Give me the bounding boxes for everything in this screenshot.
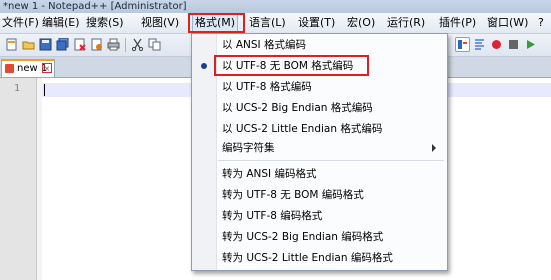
print-icon[interactable] xyxy=(106,37,121,52)
menu-edit[interactable]: 编辑(E) xyxy=(40,15,82,31)
menu-macro[interactable]: 宏(O) xyxy=(345,15,377,31)
save-icon[interactable] xyxy=(38,37,53,52)
menu-window[interactable]: 窗口(W) xyxy=(485,15,530,31)
menu-separator xyxy=(218,160,444,161)
menu-encode-utf8[interactable]: 以 UTF-8 格式编码 xyxy=(222,79,312,95)
fold-margin[interactable] xyxy=(37,78,42,280)
title-bar: *new 1 - Notepad++ [Administrator] xyxy=(0,0,551,13)
menu-encode-ucs2-big-endian[interactable]: 以 UCS-2 Big Endian 格式编码 xyxy=(222,100,373,116)
menu-settings[interactable]: 设置(T) xyxy=(296,15,337,31)
menu-plugins[interactable]: 插件(P) xyxy=(437,15,478,31)
menu-file[interactable]: 文件(F) xyxy=(0,15,41,31)
tab-close-icon[interactable]: × xyxy=(42,63,52,73)
unsaved-file-icon xyxy=(5,64,14,73)
menu-search[interactable]: 搜索(S) xyxy=(84,15,126,31)
menu-character-sets[interactable]: 编码字符集 xyxy=(222,140,275,156)
cut-icon[interactable] xyxy=(130,37,145,52)
menu-run[interactable]: 运行(R) xyxy=(385,15,427,31)
indent-guide-icon[interactable] xyxy=(472,37,487,52)
toolbar-separator xyxy=(125,38,126,52)
utf8-no-bom-highlight xyxy=(214,55,369,76)
new-file-icon[interactable] xyxy=(4,37,19,52)
format-menu-highlight xyxy=(188,13,245,33)
show-all-characters-icon[interactable] xyxy=(455,37,470,52)
line-number: 1 xyxy=(14,83,21,94)
stop-macro-icon[interactable] xyxy=(506,37,521,52)
open-file-icon[interactable] xyxy=(21,37,36,52)
copy-icon[interactable] xyxy=(147,37,162,52)
play-macro-icon[interactable] xyxy=(523,37,538,52)
menu-convert-utf8-no-bom[interactable]: 转为 UTF-8 无 BOM 编码格式 xyxy=(222,187,364,203)
save-all-icon[interactable] xyxy=(55,37,70,52)
menu-help[interactable]: ? xyxy=(536,15,546,31)
menu-convert-utf8[interactable]: 转为 UTF-8 编码格式 xyxy=(222,208,322,224)
line-number-gutter: 1 xyxy=(0,78,37,280)
selected-radio-icon xyxy=(201,63,207,69)
window-title: *new 1 - Notepad++ [Administrator] xyxy=(3,1,187,12)
menu-bar: 文件(F) 编辑(E) 搜索(S) 视图(V) 格式(M) 语言(L) 设置(T… xyxy=(0,13,551,34)
close-file-icon[interactable] xyxy=(72,37,87,52)
menu-convert-ucs2-big-endian[interactable]: 转为 UCS-2 Big Endian 编码格式 xyxy=(222,229,383,245)
record-macro-icon[interactable] xyxy=(489,37,504,52)
menu-convert-ansi[interactable]: 转为 ANSI 编码格式 xyxy=(222,166,316,182)
menu-convert-ucs2-little-endian[interactable]: 转为 UCS-2 Little Endian 编码格式 xyxy=(222,250,393,266)
menu-encode-ansi[interactable]: 以 ANSI 格式编码 xyxy=(222,37,306,53)
tab-new-1[interactable]: new 1 × xyxy=(1,59,55,77)
submenu-arrow-icon xyxy=(432,144,436,152)
text-caret xyxy=(44,84,45,96)
menu-language[interactable]: 语言(L) xyxy=(247,15,288,31)
menu-encode-ucs2-little-endian[interactable]: 以 UCS-2 Little Endian 格式编码 xyxy=(222,121,382,137)
menu-view[interactable]: 视图(V) xyxy=(139,15,181,31)
close-all-icon[interactable] xyxy=(89,37,104,52)
